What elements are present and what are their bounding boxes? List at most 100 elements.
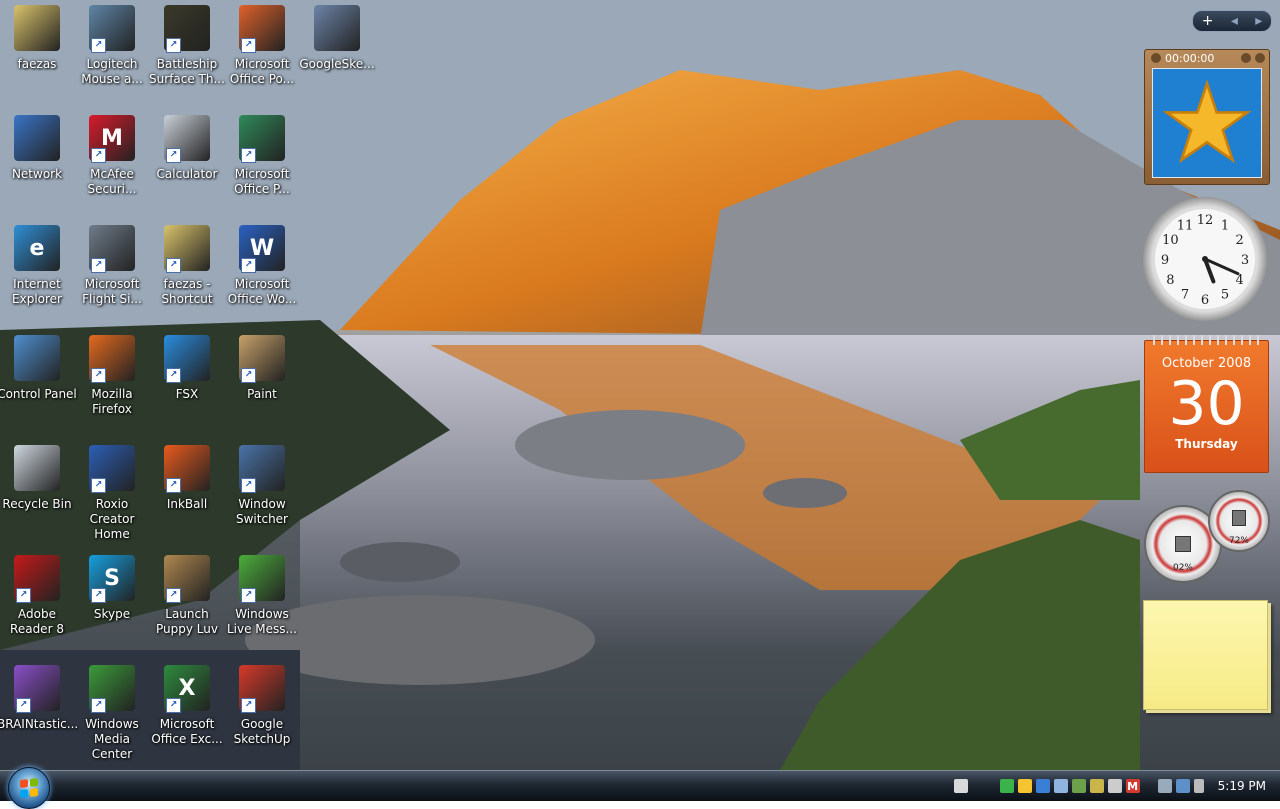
desktop-icon[interactable]: ↗ Window Switcher xyxy=(224,443,300,551)
clock-numeral: 4 xyxy=(1236,273,1244,288)
calculator-icon: ↗ xyxy=(164,115,210,163)
clock-numeral: 1 xyxy=(1221,218,1229,233)
desktop-icon[interactable]: Recycle Bin xyxy=(0,443,75,551)
next-gadget-page-button[interactable]: ▸ xyxy=(1255,13,1262,29)
shortcut-arrow-icon: ↗ xyxy=(91,698,106,713)
previous-gadget-page-button[interactable]: ◂ xyxy=(1231,13,1238,29)
shortcut-arrow-icon: ↗ xyxy=(166,148,181,163)
help-icon[interactable] xyxy=(1241,53,1251,63)
sync-icon[interactable] xyxy=(1089,779,1104,793)
desktop-icon-label: Internet Explorer xyxy=(12,277,62,306)
slideshow-gadget[interactable]: 00:00:00 xyxy=(1144,49,1270,185)
desktop-icon[interactable]: ↗ Calculator xyxy=(149,113,225,221)
notification-area: M 5:19 PM xyxy=(952,771,1280,801)
desktop-icon[interactable]: e Internet Explorer xyxy=(0,223,75,331)
cpu-meter-gadget[interactable]: 02% 72% xyxy=(1142,490,1270,585)
desktop-icon[interactable]: X ↗ Microsoft Office Exc... xyxy=(149,663,225,770)
desktop-icon-label: Skype xyxy=(93,607,131,621)
desktop-icon[interactable]: ↗ Paint xyxy=(224,333,300,441)
shortcut-arrow-icon: ↗ xyxy=(241,588,256,603)
shortcut-arrow-icon: ↗ xyxy=(241,38,256,53)
desktop-icon[interactable]: ↗ Logitech Mouse a... xyxy=(74,3,150,111)
desktop-icon-label: Adobe Reader 8 xyxy=(10,607,64,636)
clock-numeral: 12 xyxy=(1197,213,1214,228)
desktop-icon[interactable]: ↗ Microsoft Office Po... xyxy=(224,3,300,111)
shortcut-arrow-icon: ↗ xyxy=(91,38,106,53)
desktop-icon[interactable]: W ↗ Microsoft Office Wo... xyxy=(224,223,300,331)
desktop-icon-label: Microsoft Office Po... xyxy=(229,57,295,86)
desktop-icon[interactable]: ↗ Google SketchUp xyxy=(224,663,300,770)
desktop-icon-label: Network xyxy=(11,167,63,181)
skype-icon: S ↗ xyxy=(89,555,135,603)
desktop-icon-label: FSX xyxy=(175,387,199,401)
desktop-icon[interactable]: ↗ FSX xyxy=(149,333,225,441)
clock-numeral: 6 xyxy=(1201,293,1209,308)
desktop-icon[interactable]: ↗ BRAINtastic... xyxy=(0,663,79,770)
mcafee-icon: M ↗ xyxy=(89,115,135,163)
desktop-icon[interactable]: faezas xyxy=(0,3,75,111)
volume-icon[interactable] xyxy=(1193,779,1204,793)
memory-chip-icon xyxy=(1232,510,1246,526)
icon-glyph: e xyxy=(29,235,45,261)
desktop-icon[interactable]: M ↗ McAfee Securi... xyxy=(74,113,150,221)
taskbar-clock[interactable]: 5:19 PM xyxy=(1218,779,1266,793)
desktop-icon[interactable]: GoogleSke... xyxy=(299,3,375,111)
network-tray-icon[interactable] xyxy=(1175,779,1190,793)
security-alert-icon[interactable] xyxy=(1017,779,1032,793)
desktop-icon[interactable]: ↗ Windows Media Center xyxy=(74,663,150,770)
desktop[interactable]: faezas ↗ Logitech Mouse a... ↗ Battleship Su… xyxy=(0,0,1280,770)
clock-numeral: 8 xyxy=(1166,273,1174,288)
desktop-icon[interactable]: ↗ faezas - Shortcut xyxy=(149,223,225,331)
notes-gadget[interactable] xyxy=(1143,600,1268,710)
desktop-icon[interactable]: S ↗ Skype xyxy=(74,553,150,661)
desktop-icon[interactable]: ↗ Battleship Surface Th... xyxy=(149,3,225,111)
shortcut-arrow-icon: ↗ xyxy=(166,698,181,713)
powerpoint-icon: ↗ xyxy=(239,5,285,53)
desktop-icon[interactable]: ↗ Launch Puppy Luv xyxy=(149,553,225,661)
shortcut-arrow-icon: ↗ xyxy=(241,258,256,273)
slideshow-image[interactable] xyxy=(1152,68,1262,178)
add-gadget-button[interactable]: + xyxy=(1202,13,1214,29)
note-text[interactable] xyxy=(1144,601,1267,613)
sketchup-icon: ↗ xyxy=(239,665,285,713)
sidebar-toggle-icon[interactable] xyxy=(1157,779,1172,793)
desktop-icon-label: Microsoft Office Wo... xyxy=(227,277,297,306)
clock-numeral: 9 xyxy=(1161,253,1169,268)
display-settings-icon[interactable] xyxy=(1053,779,1068,793)
cpu-chip-icon xyxy=(1175,536,1191,552)
start-button[interactable] xyxy=(8,767,50,809)
desktop-icon[interactable]: ↗ Microsoft Flight Si... xyxy=(74,223,150,331)
pen-icon[interactable] xyxy=(953,779,968,793)
shortcut-arrow-icon: ↗ xyxy=(166,588,181,603)
desktop-icon-label: Microsoft Office P... xyxy=(234,167,290,196)
desktop-icon-label: BRAINtastic... xyxy=(0,717,79,731)
calendar-gadget[interactable]: October 2008 30 Thursday xyxy=(1144,335,1269,473)
fullscreen-icon[interactable] xyxy=(1255,53,1265,63)
desktop-icon[interactable]: Control Panel xyxy=(0,333,77,441)
desktop-icon[interactable]: ↗ InkBall xyxy=(149,443,225,551)
desktop-icon[interactable]: ↗ Adobe Reader 8 xyxy=(0,553,75,661)
desktop-icon[interactable]: ↗ Microsoft Office P... xyxy=(224,113,300,221)
desktop-icon-label: Roxio Creator Home xyxy=(89,497,135,541)
calendar-day-number: 30 xyxy=(1168,369,1245,439)
update-icon[interactable] xyxy=(1071,779,1086,793)
desktop-icon-label: InkBall xyxy=(166,497,208,511)
desktop-icon-label: Mozilla Firefox xyxy=(91,387,133,416)
shield-check-icon[interactable] xyxy=(999,779,1014,793)
back-icon[interactable] xyxy=(1151,53,1161,63)
desktop-icon[interactable]: Network xyxy=(0,113,75,221)
firewall-icon[interactable] xyxy=(1035,779,1050,793)
mcafee-tray-icon[interactable]: M xyxy=(1125,779,1140,793)
shortcut-arrow-icon: ↗ xyxy=(91,258,106,273)
desktop-icon[interactable]: ↗ Windows Live Mess... xyxy=(224,553,300,661)
control-panel-icon xyxy=(14,335,60,381)
firefox-icon: ↗ xyxy=(89,335,135,383)
folder-icon xyxy=(14,5,60,51)
shortcut-arrow-icon: ↗ xyxy=(16,698,31,713)
desktop-icon[interactable]: ↗ Mozilla Firefox xyxy=(74,333,150,441)
device-icon[interactable] xyxy=(1107,779,1122,793)
slideshow-toolbar: 00:00:00 xyxy=(1145,50,1269,66)
desktop-icon[interactable]: ↗ Roxio Creator Home xyxy=(74,443,150,551)
adobe-reader-icon: ↗ xyxy=(14,555,60,603)
clock-gadget[interactable]: 12 1 2 3 4 5 6 7 8 9 10 11 xyxy=(1143,197,1267,321)
